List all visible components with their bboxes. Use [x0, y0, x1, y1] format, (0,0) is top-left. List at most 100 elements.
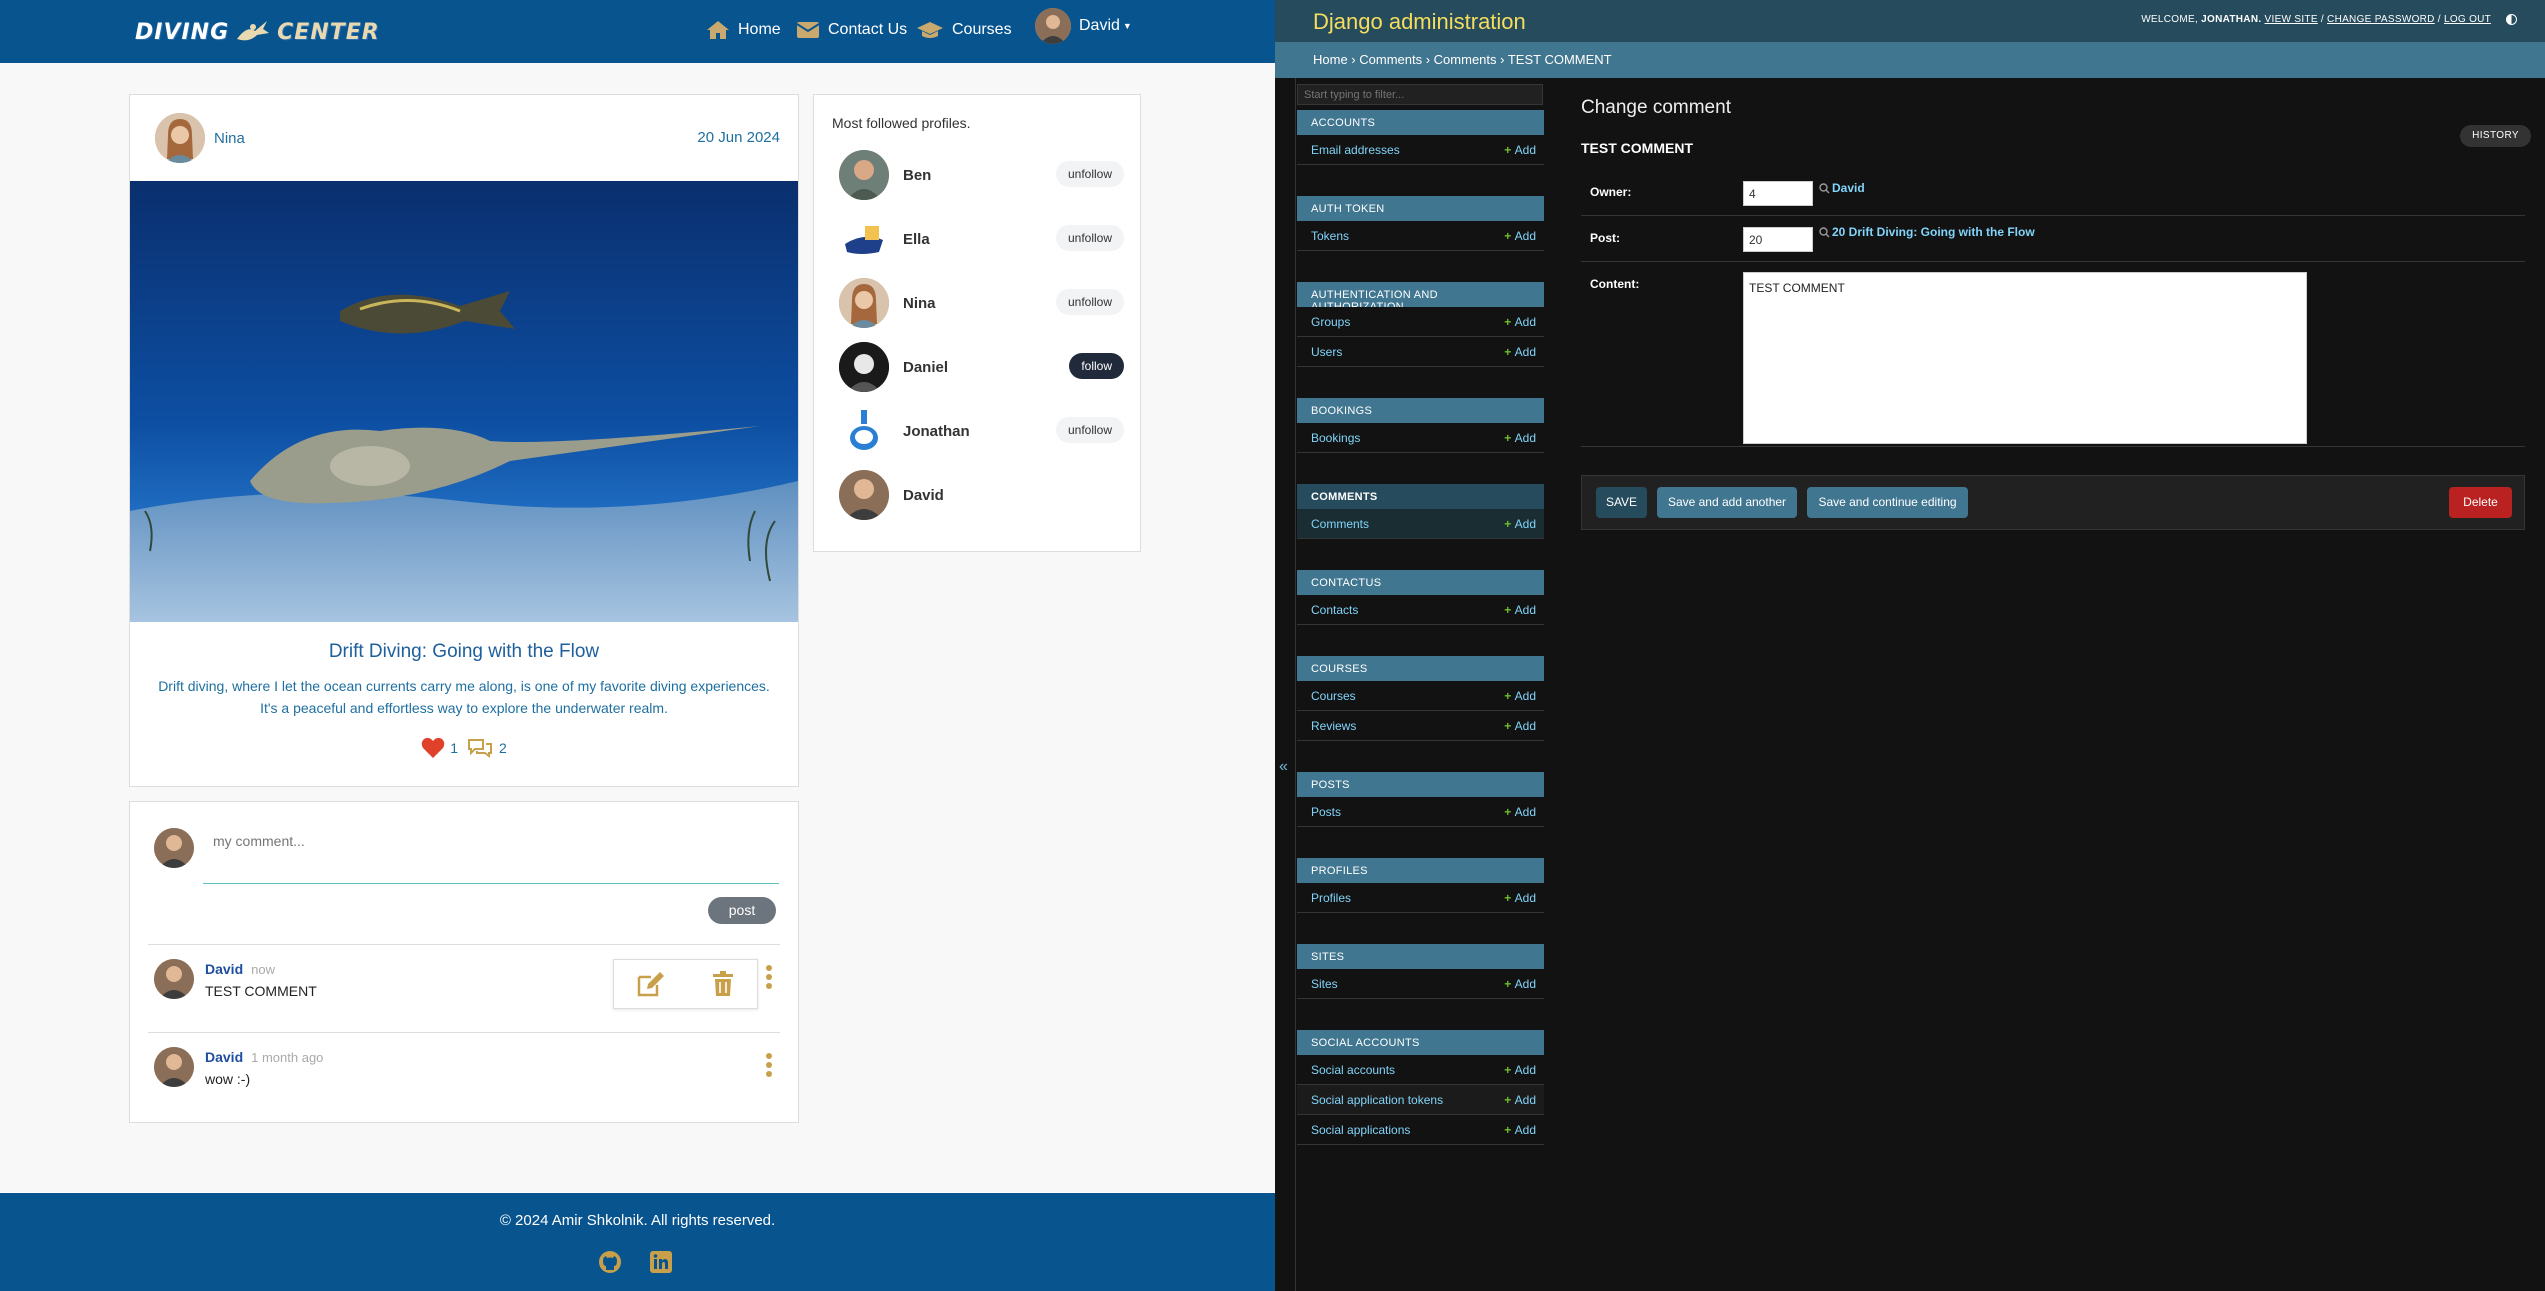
sidebar-item-link[interactable]: Email addresses: [1311, 143, 1400, 157]
sidebar-item-link[interactable]: Tokens: [1311, 229, 1349, 243]
profile-avatar[interactable]: [839, 278, 889, 328]
sidebar-add-link[interactable]: Add: [1504, 1063, 1536, 1077]
owner-input[interactable]: 4: [1743, 181, 1813, 206]
comment-more-icon[interactable]: [766, 1053, 774, 1080]
profile-avatar[interactable]: [839, 342, 889, 392]
comments-icon[interactable]: [466, 737, 494, 759]
trash-icon[interactable]: [712, 971, 734, 997]
unfollow-button[interactable]: unfollow: [1055, 161, 1124, 187]
post-author[interactable]: Nina: [155, 113, 245, 163]
sidebar-module-caption[interactable]: Contactus: [1297, 570, 1544, 595]
comment-avatar[interactable]: [154, 1047, 194, 1087]
sidebar-add-link[interactable]: Add: [1504, 977, 1536, 991]
comment-author[interactable]: David now: [205, 961, 275, 977]
sidebar-item-link[interactable]: Posts: [1311, 805, 1341, 819]
nav-home[interactable]: Home: [706, 16, 781, 44]
sidebar-module-caption[interactable]: Auth Token: [1297, 196, 1544, 221]
sidebar-add-link[interactable]: Add: [1504, 891, 1536, 905]
save-and-continue-button[interactable]: Save and continue editing: [1807, 487, 1968, 518]
sidebar-module-caption[interactable]: Authentication and Authorization: [1297, 282, 1544, 313]
save-button[interactable]: SAVE: [1596, 487, 1647, 518]
sidebar-filter-input[interactable]: [1297, 84, 1543, 105]
sidebar-toggle-column[interactable]: «: [1275, 78, 1296, 1291]
unfollow-button[interactable]: unfollow: [1055, 417, 1124, 443]
profile-name[interactable]: David: [903, 487, 944, 504]
unfollow-button[interactable]: unfollow: [1055, 289, 1124, 315]
github-icon[interactable]: [598, 1250, 622, 1274]
comment-input[interactable]: [203, 821, 779, 884]
sidebar-module-caption[interactable]: Profiles: [1297, 858, 1544, 883]
post-lookup[interactable]: 20 Drift Diving: Going with the Flow: [1819, 225, 2035, 239]
nav-courses[interactable]: Courses: [916, 16, 1012, 44]
edit-icon[interactable]: [637, 971, 665, 997]
sidebar-item-link[interactable]: Comments: [1311, 517, 1369, 531]
linkedin-icon[interactable]: [649, 1250, 673, 1274]
sidebar-module-caption[interactable]: Accounts: [1297, 110, 1544, 135]
profile-avatar[interactable]: [839, 150, 889, 200]
save-and-add-another-button[interactable]: Save and add another: [1657, 487, 1797, 518]
sidebar-item-link[interactable]: Social applications: [1311, 1123, 1410, 1137]
sidebar-item-link[interactable]: Users: [1311, 345, 1342, 359]
sidebar-item-link[interactable]: Reviews: [1311, 719, 1356, 733]
profile-avatar[interactable]: [839, 214, 889, 264]
sidebar-add-link[interactable]: Add: [1504, 229, 1536, 243]
post-comment-button[interactable]: post: [708, 897, 776, 924]
comment-avatar[interactable]: [154, 959, 194, 999]
sidebar-module-caption[interactable]: Bookings: [1297, 398, 1544, 423]
sidebar-item-link[interactable]: Contacts: [1311, 603, 1358, 617]
post-input[interactable]: 20: [1743, 227, 1813, 252]
profile-name[interactable]: Ben: [903, 167, 931, 184]
comment-more-icon[interactable]: [766, 965, 774, 992]
sidebar-module-caption[interactable]: Posts: [1297, 772, 1544, 797]
breadcrumb-model[interactable]: Comments: [1434, 52, 1497, 67]
sidebar-item-link[interactable]: Courses: [1311, 689, 1356, 703]
site-logo[interactable]: DIVING CENTER: [135, 10, 380, 54]
heart-icon[interactable]: [421, 737, 445, 759]
sidebar-add-link[interactable]: Add: [1504, 805, 1536, 819]
profile-name[interactable]: Jonathan: [903, 423, 970, 440]
content-textarea[interactable]: TEST COMMENT: [1743, 272, 2307, 444]
sidebar-add-link[interactable]: Add: [1504, 603, 1536, 617]
change-password-link[interactable]: CHANGE PASSWORD: [2327, 14, 2435, 25]
sidebar-add-link[interactable]: Add: [1504, 345, 1536, 359]
sidebar-add-link[interactable]: Add: [1504, 719, 1536, 733]
post-title[interactable]: Drift Diving: Going with the Flow: [130, 641, 798, 663]
breadcrumb-app[interactable]: Comments: [1359, 52, 1422, 67]
breadcrumb-home[interactable]: Home: [1313, 52, 1348, 67]
magnifier-icon[interactable]: [1819, 182, 1830, 194]
profile-avatar[interactable]: [839, 406, 889, 456]
follow-button[interactable]: follow: [1069, 353, 1124, 379]
delete-button[interactable]: Delete: [2449, 487, 2512, 518]
sidebar-add-link[interactable]: Add: [1504, 689, 1536, 703]
history-button[interactable]: HISTORY: [2460, 125, 2531, 147]
owner-link[interactable]: David: [1832, 181, 1865, 195]
sidebar-add-link[interactable]: Add: [1504, 431, 1536, 445]
sidebar-add-link[interactable]: Add: [1504, 1123, 1536, 1137]
magnifier-icon[interactable]: [1819, 226, 1830, 238]
logout-link[interactable]: LOG OUT: [2444, 14, 2491, 25]
sidebar-item-link[interactable]: Sites: [1311, 977, 1338, 991]
owner-lookup[interactable]: David: [1819, 181, 1865, 195]
sidebar-module-caption[interactable]: Sites: [1297, 944, 1544, 969]
view-site-link[interactable]: VIEW SITE: [2265, 14, 2318, 25]
nav-contact[interactable]: Contact Us: [796, 16, 907, 44]
sidebar-item-link[interactable]: Profiles: [1311, 891, 1351, 905]
sidebar-item-link[interactable]: Groups: [1311, 315, 1350, 329]
sidebar-item-link[interactable]: Social application tokens: [1311, 1093, 1443, 1107]
comment-author[interactable]: David 1 month ago: [205, 1049, 323, 1065]
sidebar-module-caption[interactable]: Social Accounts: [1297, 1030, 1544, 1055]
sidebar-add-link[interactable]: Add: [1504, 1093, 1536, 1107]
profile-avatar[interactable]: [839, 470, 889, 520]
profile-name[interactable]: Daniel: [903, 359, 948, 376]
profile-name[interactable]: Ella: [903, 231, 930, 248]
admin-branding[interactable]: Django administration: [1313, 9, 1526, 35]
sidebar-add-link[interactable]: Add: [1504, 315, 1536, 329]
sidebar-module-caption[interactable]: Comments: [1297, 484, 1544, 509]
collapse-sidebar-icon[interactable]: «: [1279, 758, 1288, 776]
post-link[interactable]: 20 Drift Diving: Going with the Flow: [1832, 225, 2035, 239]
profile-name[interactable]: Nina: [903, 295, 936, 312]
nav-user-menu[interactable]: David ▼: [1035, 8, 1132, 44]
sidebar-item-link[interactable]: Bookings: [1311, 431, 1360, 445]
sidebar-add-link[interactable]: Add: [1504, 517, 1536, 531]
sidebar-item-link[interactable]: Social accounts: [1311, 1063, 1395, 1077]
